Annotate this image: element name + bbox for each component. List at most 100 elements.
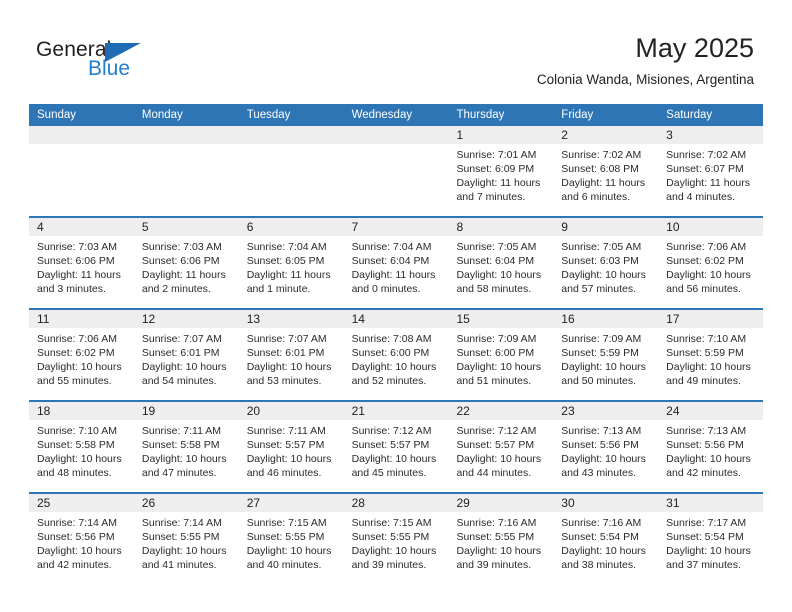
calendar-day-cell[interactable]: 13 Sunrise: 7:07 AM Sunset: 6:01 PM Dayligh… xyxy=(238,310,344,400)
sunrise-text: Sunrise: 7:13 AM xyxy=(561,425,642,437)
calendar-week-row: 11 Sunrise: 7:06 AM Sunset: 6:02 PM Dayligh… xyxy=(29,308,764,400)
sunset-text: Sunset: 5:54 PM xyxy=(561,531,639,543)
calendar-day-cell[interactable]: 19 Sunrise: 7:11 AM Sunset: 5:58 PM Dayligh… xyxy=(133,402,239,492)
daylight-text: Daylight: 11 hours and 0 minutes. xyxy=(351,269,436,295)
sunrise-text: Sunrise: 7:10 AM xyxy=(666,333,747,345)
title-block: May 2025 Colonia Wanda, Misiones, Argent… xyxy=(537,32,754,90)
calendar-day-cell[interactable]: 20 Sunrise: 7:11 AM Sunset: 5:57 PM Dayligh… xyxy=(238,402,344,492)
day-details: Sunrise: 7:03 AM Sunset: 6:06 PM Daylight:… xyxy=(134,236,239,296)
calendar-day-cell[interactable]: 9 Sunrise: 7:05 AM Sunset: 6:03 PM Daylight… xyxy=(553,218,659,308)
sunset-text: Sunset: 6:00 PM xyxy=(351,347,430,359)
calendar-day-cell[interactable]: 7 Sunrise: 7:04 AM Sunset: 6:04 PM Daylight… xyxy=(343,218,449,308)
day-details: Sunrise: 7:02 AM Sunset: 6:07 PM Daylight:… xyxy=(658,144,763,204)
calendar-grid: Sunday Monday Tuesday Wednesday Thursday… xyxy=(29,104,764,584)
calendar-day-cell[interactable]: 2 Sunrise: 7:02 AM Sunset: 6:08 PM Daylight… xyxy=(553,126,659,216)
weekday-header-saturday: Saturday xyxy=(666,109,713,121)
daylight-text: Daylight: 10 hours and 44 minutes. xyxy=(456,453,542,479)
calendar-day-cell[interactable]: 21 Sunrise: 7:12 AM Sunset: 5:57 PM Dayligh… xyxy=(343,402,449,492)
day-number: 27 xyxy=(238,494,344,512)
calendar-day-cell[interactable]: 6 Sunrise: 7:04 AM Sunset: 6:05 PM Daylight… xyxy=(238,218,344,308)
day-details: Sunrise: 7:04 AM Sunset: 6:05 PM Daylight:… xyxy=(239,236,344,296)
calendar-day-cell[interactable]: 16 Sunrise: 7:09 AM Sunset: 5:59 PM Dayligh… xyxy=(553,310,659,400)
day-number: 3 xyxy=(658,126,764,144)
day-number xyxy=(133,126,239,144)
daylight-text: Daylight: 11 hours and 3 minutes. xyxy=(37,269,121,295)
sunrise-text: Sunrise: 7:16 AM xyxy=(456,517,537,529)
calendar-day-cell[interactable]: 5 Sunrise: 7:03 AM Sunset: 6:06 PM Daylight… xyxy=(133,218,239,308)
daylight-text: Daylight: 10 hours and 47 minutes. xyxy=(141,453,227,479)
day-details: Sunrise: 7:06 AM Sunset: 6:02 PM Daylight:… xyxy=(658,236,763,296)
daylight-text: Daylight: 10 hours and 55 minutes. xyxy=(37,361,122,387)
sunset-text: Sunset: 5:55 PM xyxy=(141,531,220,543)
calendar-day-cell[interactable]: 8 Sunrise: 7:05 AM Sunset: 6:04 PM Daylight… xyxy=(448,218,554,308)
sunrise-text: Sunrise: 7:04 AM xyxy=(351,241,432,253)
calendar-day-cell[interactable]: 1 Sunrise: 7:01 AM Sunset: 6:09 PM Daylight… xyxy=(448,126,554,216)
calendar-day-cell[interactable]: 25 Sunrise: 7:14 AM Sunset: 5:56 PM Dayligh… xyxy=(29,494,134,584)
sunrise-text: Sunrise: 7:13 AM xyxy=(666,425,747,437)
weekday-header-friday: Friday xyxy=(561,109,594,121)
general-blue-logo[interactable]: General Blue xyxy=(36,38,166,84)
day-number: 30 xyxy=(553,494,659,512)
day-details: Sunrise: 7:13 AM Sunset: 5:56 PM Daylight:… xyxy=(658,420,763,480)
daylight-text: Daylight: 11 hours and 6 minutes. xyxy=(561,177,646,203)
day-details: Sunrise: 7:05 AM Sunset: 6:03 PM Daylight:… xyxy=(553,236,658,296)
daylight-text: Daylight: 10 hours and 46 minutes. xyxy=(246,453,332,479)
daylight-text: Daylight: 11 hours and 4 minutes. xyxy=(666,177,751,203)
sunset-text: Sunset: 5:57 PM xyxy=(456,439,535,451)
calendar-week-row: 1 Sunrise: 7:01 AM Sunset: 6:09 PM Daylight… xyxy=(29,126,764,216)
day-number: 4 xyxy=(29,218,134,236)
calendar-day-cell[interactable]: 4 Sunrise: 7:03 AM Sunset: 6:06 PM Daylight… xyxy=(29,218,134,308)
calendar-day-cell[interactable]: 10 Sunrise: 7:06 AM Sunset: 6:02 PM Dayligh… xyxy=(658,218,764,308)
calendar-day-cell[interactable]: 26 Sunrise: 7:14 AM Sunset: 5:55 PM Dayligh… xyxy=(133,494,239,584)
sunset-text: Sunset: 6:09 PM xyxy=(456,163,535,175)
day-details: Sunrise: 7:02 AM Sunset: 6:08 PM Daylight:… xyxy=(553,144,658,204)
day-details: Sunrise: 7:10 AM Sunset: 5:59 PM Daylight:… xyxy=(658,328,763,388)
sunset-text: Sunset: 5:57 PM xyxy=(351,439,430,451)
sunrise-text: Sunrise: 7:07 AM xyxy=(141,333,222,345)
page-title: May 2025 xyxy=(635,33,754,63)
daylight-text: Daylight: 10 hours and 48 minutes. xyxy=(37,453,122,479)
sunrise-text: Sunrise: 7:05 AM xyxy=(561,241,642,253)
day-details: Sunrise: 7:09 AM Sunset: 5:59 PM Daylight:… xyxy=(553,328,658,388)
calendar-day-cell-empty xyxy=(133,126,239,216)
sunrise-text: Sunrise: 7:15 AM xyxy=(246,517,327,529)
day-number: 20 xyxy=(238,402,344,420)
weekday-header-monday: Monday xyxy=(141,109,183,121)
calendar-day-cell[interactable]: 22 Sunrise: 7:12 AM Sunset: 5:57 PM Dayligh… xyxy=(448,402,554,492)
sunrise-text: Sunrise: 7:07 AM xyxy=(246,333,327,345)
sunrise-text: Sunrise: 7:03 AM xyxy=(37,241,117,253)
day-details: Sunrise: 7:08 AM Sunset: 6:00 PM Daylight:… xyxy=(344,328,449,388)
daylight-text: Daylight: 10 hours and 39 minutes. xyxy=(456,545,542,571)
calendar-day-cell[interactable]: 23 Sunrise: 7:13 AM Sunset: 5:56 PM Dayligh… xyxy=(553,402,659,492)
daylight-text: Daylight: 10 hours and 58 minutes. xyxy=(456,269,542,295)
calendar-day-cell[interactable]: 31 Sunrise: 7:17 AM Sunset: 5:54 PM Dayligh… xyxy=(658,494,764,584)
calendar-day-cell[interactable]: 15 Sunrise: 7:09 AM Sunset: 6:00 PM Dayligh… xyxy=(448,310,554,400)
sunrise-text: Sunrise: 7:01 AM xyxy=(456,149,537,161)
daylight-text: Daylight: 10 hours and 45 minutes. xyxy=(351,453,437,479)
weekday-header-tuesday: Tuesday xyxy=(246,109,291,121)
day-number: 26 xyxy=(133,494,239,512)
calendar-day-cell[interactable]: 3 Sunrise: 7:02 AM Sunset: 6:07 PM Daylight… xyxy=(658,126,764,216)
daylight-text: Daylight: 10 hours and 53 minutes. xyxy=(246,361,332,387)
calendar-day-cell[interactable]: 12 Sunrise: 7:07 AM Sunset: 6:01 PM Dayligh… xyxy=(133,310,239,400)
sunset-text: Sunset: 6:04 PM xyxy=(351,255,430,267)
calendar-day-cell[interactable]: 17 Sunrise: 7:10 AM Sunset: 5:59 PM Dayligh… xyxy=(658,310,764,400)
daylight-text: Daylight: 10 hours and 49 minutes. xyxy=(666,361,751,387)
calendar-day-cell[interactable]: 11 Sunrise: 7:06 AM Sunset: 6:02 PM Dayligh… xyxy=(29,310,134,400)
sunrise-text: Sunrise: 7:05 AM xyxy=(456,241,537,253)
calendar-day-cell[interactable]: 27 Sunrise: 7:15 AM Sunset: 5:55 PM Dayligh… xyxy=(238,494,344,584)
day-number: 8 xyxy=(448,218,554,236)
day-details: Sunrise: 7:16 AM Sunset: 5:54 PM Daylight:… xyxy=(553,512,658,572)
calendar-day-cell[interactable]: 14 Sunrise: 7:08 AM Sunset: 6:00 PM Dayligh… xyxy=(343,310,449,400)
day-details: Sunrise: 7:14 AM Sunset: 5:56 PM Daylight:… xyxy=(29,512,134,572)
day-number: 1 xyxy=(448,126,554,144)
daylight-text: Daylight: 11 hours and 1 minute. xyxy=(246,269,331,295)
calendar-day-cell[interactable]: 29 Sunrise: 7:16 AM Sunset: 5:55 PM Dayligh… xyxy=(448,494,554,584)
daylight-text: Daylight: 10 hours and 54 minutes. xyxy=(141,361,227,387)
calendar-day-cell[interactable]: 18 Sunrise: 7:10 AM Sunset: 5:58 PM Dayligh… xyxy=(29,402,134,492)
calendar-day-cell[interactable]: 28 Sunrise: 7:15 AM Sunset: 5:55 PM Dayligh… xyxy=(343,494,449,584)
calendar-day-cell-empty xyxy=(343,126,449,216)
calendar-day-cell[interactable]: 24 Sunrise: 7:13 AM Sunset: 5:56 PM Dayligh… xyxy=(658,402,764,492)
calendar-day-cell[interactable]: 30 Sunrise: 7:16 AM Sunset: 5:54 PM Dayligh… xyxy=(553,494,659,584)
day-details: Sunrise: 7:03 AM Sunset: 6:06 PM Daylight:… xyxy=(29,236,134,296)
